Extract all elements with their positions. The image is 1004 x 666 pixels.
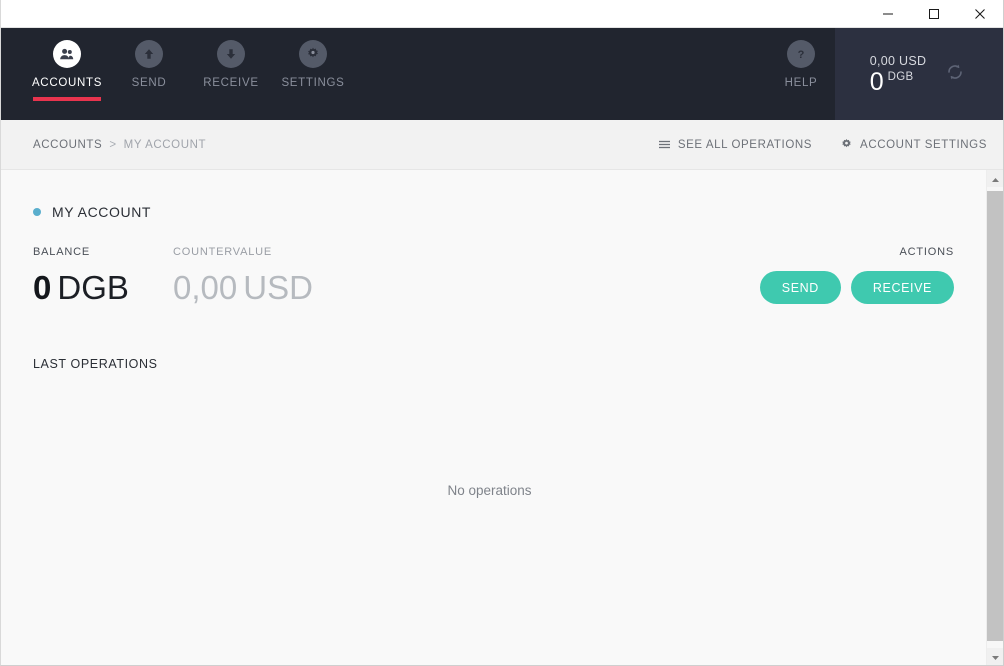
chevron-up-icon — [991, 170, 1000, 188]
top-navigation-bar: ACCOUNTS SEND RECEIVE SETTINGS ? HELP 0,… — [1, 28, 1003, 120]
total-fiat-value: 0,00 USD — [869, 53, 927, 68]
account-content-area: MY ACCOUNT BALANCE 0 DGB COUNTERVALUE 0,0… — [1, 170, 986, 665]
title-bar — [1, 0, 1003, 28]
application-window: ACCOUNTS SEND RECEIVE SETTINGS ? HELP 0,… — [0, 0, 1004, 666]
total-crypto-value: 0 DGB — [869, 67, 914, 96]
total-crypto-unit: DGB — [887, 70, 914, 83]
scrollbar-up-button[interactable] — [987, 170, 1003, 187]
send-arrow-up-icon — [135, 40, 163, 68]
actions-label: ACTIONS — [899, 246, 954, 258]
scrollbar-down-button[interactable] — [987, 648, 1003, 665]
nav-item-receive[interactable]: RECEIVE — [197, 40, 265, 89]
list-lines-icon — [658, 138, 671, 151]
send-button[interactable]: SEND — [759, 271, 841, 304]
breadcrumb-actions: SEE ALL OPERATIONS ACCOUNT SETTINGS — [630, 138, 987, 151]
active-tab-indicator — [33, 97, 101, 101]
nav-item-label: SEND — [131, 77, 167, 89]
nav-item-settings[interactable]: SETTINGS — [279, 40, 347, 89]
balance-summary-row: BALANCE 0 DGB COUNTERVALUE 0,00 USD ACTION… — [33, 246, 954, 304]
breadcrumb-root-link[interactable]: ACCOUNTS — [33, 139, 102, 151]
action-buttons: SEND RECEIVE — [759, 271, 954, 304]
sync-refresh-button[interactable] — [942, 61, 968, 87]
account-settings-button[interactable]: ACCOUNT SETTINGS — [840, 138, 987, 151]
nav-item-help[interactable]: ? HELP — [767, 40, 835, 89]
refresh-sync-icon — [945, 62, 965, 87]
countervalue-amount: 0,00 — [173, 269, 238, 306]
breadcrumb-bar: ACCOUNTS > MY ACCOUNT SEE ALL OPERATIONS — [1, 120, 1003, 170]
breadcrumb: ACCOUNTS > MY ACCOUNT — [33, 139, 206, 151]
nav-item-send[interactable]: SEND — [115, 40, 183, 89]
account-header: MY ACCOUNT — [33, 204, 954, 220]
total-balance-panel: 0,00 USD 0 DGB — [835, 28, 1003, 120]
vertical-scrollbar[interactable] — [986, 170, 1003, 665]
account-status-dot-icon — [33, 208, 41, 216]
total-crypto-amount: 0 — [869, 67, 884, 96]
actions-column: ACTIONS SEND RECEIVE — [759, 246, 954, 304]
page-title: MY ACCOUNT — [52, 204, 152, 220]
total-balance-texts: 0,00 USD 0 DGB — [870, 54, 927, 95]
nav-item-label: HELP — [784, 77, 818, 89]
countervalue-label: COUNTERVALUE — [173, 246, 273, 258]
minimize-icon — [882, 8, 894, 20]
gear-icon — [299, 40, 327, 68]
breadcrumb-separator: > — [109, 138, 117, 151]
chevron-down-icon — [991, 648, 1000, 666]
accounts-icon — [53, 40, 81, 68]
close-icon — [974, 8, 986, 20]
scrollbar-thumb[interactable] — [987, 191, 1003, 641]
close-button[interactable] — [957, 0, 1003, 27]
countervalue-column: COUNTERVALUE 0,00 USD — [173, 246, 760, 304]
maximize-button[interactable] — [911, 0, 957, 27]
nav-items-group: ACCOUNTS SEND RECEIVE SETTINGS ? HELP — [1, 28, 835, 120]
countervalue-value: 0,00 USD — [173, 271, 760, 304]
scrollbar-track[interactable] — [987, 187, 1003, 648]
balance-column: BALANCE 0 DGB — [33, 246, 173, 304]
receive-button[interactable]: RECEIVE — [850, 271, 954, 304]
question-mark-icon: ? — [787, 40, 815, 68]
no-operations-message: No operations — [447, 483, 532, 498]
gear-icon — [840, 138, 853, 151]
balance-label: BALANCE — [33, 246, 90, 258]
nav-item-label: RECEIVE — [203, 77, 259, 89]
receive-arrow-down-icon — [217, 40, 245, 68]
minimize-button[interactable] — [865, 0, 911, 27]
nav-item-label: SETTINGS — [281, 77, 345, 89]
see-all-operations-button[interactable]: SEE ALL OPERATIONS — [658, 138, 812, 151]
maximize-icon — [928, 8, 940, 20]
balance-amount: 0 — [33, 269, 52, 306]
see-all-operations-label: SEE ALL OPERATIONS — [677, 138, 813, 151]
nav-item-accounts[interactable]: ACCOUNTS — [31, 40, 103, 101]
nav-item-label: ACCOUNTS — [31, 77, 103, 89]
balance-value: 0 DGB — [33, 271, 173, 304]
content-wrapper: MY ACCOUNT BALANCE 0 DGB COUNTERVALUE 0,0… — [1, 170, 1003, 665]
account-settings-label: ACCOUNT SETTINGS — [860, 138, 987, 151]
svg-text:?: ? — [798, 49, 805, 61]
breadcrumb-current: MY ACCOUNT — [123, 138, 207, 151]
countervalue-unit: USD — [243, 269, 313, 306]
last-operations-heading: LAST OPERATIONS — [33, 357, 158, 371]
balance-unit: DGB — [57, 269, 129, 306]
